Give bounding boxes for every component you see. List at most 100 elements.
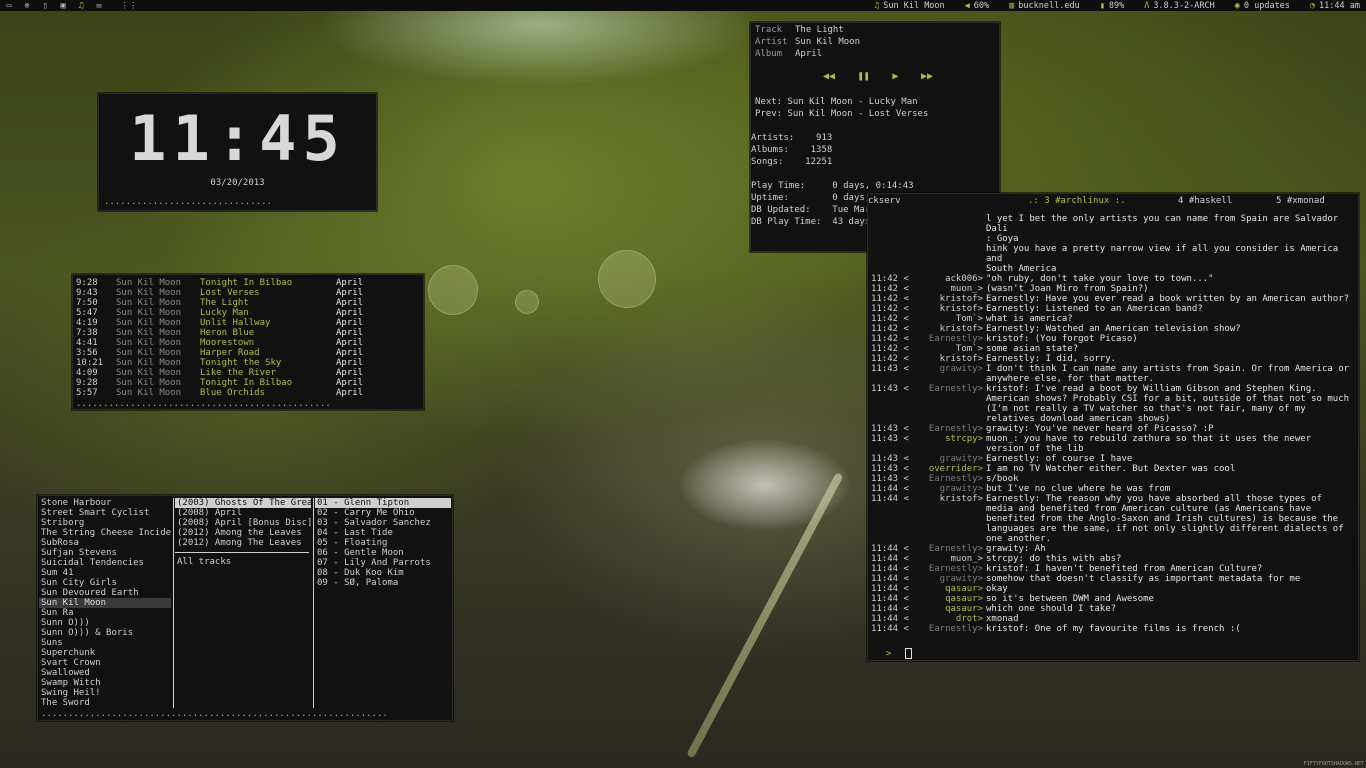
message-nick[interactable]: Earnestly> bbox=[913, 384, 983, 394]
message-nick[interactable]: overrider> bbox=[913, 464, 983, 474]
artist-item[interactable]: Svart Crown bbox=[39, 658, 171, 668]
browser-icon[interactable]: ⊗ bbox=[18, 1, 36, 11]
track-item[interactable]: 03 - Salvador Sanchez bbox=[315, 518, 451, 528]
next-icon[interactable]: ▶▶ bbox=[921, 71, 933, 82]
artist-item[interactable]: Sufjan Stevens bbox=[39, 548, 171, 558]
track-item[interactable]: 06 - Gentle Moon bbox=[315, 548, 451, 558]
track-album: April bbox=[336, 288, 364, 298]
message-nick[interactable]: Tom`> bbox=[913, 314, 983, 324]
monitor-icon[interactable]: ▭ bbox=[0, 1, 18, 11]
artist-item[interactable]: Sun City Girls bbox=[39, 578, 171, 588]
track-item[interactable]: 02 - Carry Me Ohio bbox=[315, 508, 451, 518]
track-duration: 9:43 bbox=[76, 288, 98, 298]
message-nick[interactable]: grawity> bbox=[913, 454, 983, 464]
pause-icon[interactable]: ❚❚ bbox=[858, 71, 870, 82]
artist-item[interactable]: Sun Devoured Earth bbox=[39, 588, 171, 598]
track-item[interactable]: 05 - Floating bbox=[315, 538, 451, 548]
track-item[interactable]: 01 - Glenn Tipton bbox=[315, 498, 451, 508]
message-nick[interactable]: grawity> bbox=[913, 484, 983, 494]
message-text: some asian state? bbox=[986, 344, 1079, 354]
status-text: 60% bbox=[973, 0, 990, 11]
irc-message: 11:43 < Earnestly> s/book bbox=[871, 474, 1353, 484]
message-nick[interactable]: Earnestly> bbox=[913, 624, 983, 634]
track-item[interactable]: 07 - Lily And Parrots bbox=[315, 558, 451, 568]
track-item[interactable]: 04 - Last Tide bbox=[315, 528, 451, 538]
artist-item[interactable]: Striborg bbox=[39, 518, 171, 528]
message-nick[interactable]: kristof> bbox=[913, 304, 983, 314]
album-item[interactable]: (2008) April bbox=[175, 508, 311, 518]
artist-item[interactable]: Swamp Witch bbox=[39, 678, 171, 688]
message-text: somehow that doesn't classify as importa… bbox=[986, 574, 1301, 584]
save-icon[interactable]: ▣ bbox=[54, 1, 72, 11]
artist-item[interactable]: Sunn O))) bbox=[39, 618, 171, 628]
track-item[interactable]: 09 - SØ, Paloma bbox=[315, 578, 451, 588]
irc-message: 11:43 < overrider> I am no TV Watcher eith… bbox=[871, 464, 1353, 474]
artist-item[interactable]: Swing Heil! bbox=[39, 688, 171, 698]
message-nick[interactable]: Earnestly> bbox=[913, 544, 983, 554]
irc-client: ckserv .: 3 #archlinux :. 4 #haskell 5 #xmo… bbox=[867, 193, 1359, 661]
music-icon[interactable]: ♫ bbox=[72, 1, 90, 11]
grid-icon[interactable]: ⋮⋮ bbox=[120, 1, 138, 11]
message-nick[interactable]: Earnestly> bbox=[913, 474, 983, 484]
track-duration: 4:19 bbox=[76, 318, 98, 328]
album-item[interactable]: (2012) Among the Leaves bbox=[175, 528, 311, 538]
message-nick[interactable]: qasaur> bbox=[913, 584, 983, 594]
artist-item[interactable]: Sunn O))) & Boris bbox=[39, 628, 171, 638]
message-timestamp: 11:44 < bbox=[871, 604, 909, 614]
album-item[interactable]: (2008) April [Bonus Disc] bbox=[175, 518, 311, 528]
artist-item[interactable]: The Sword bbox=[39, 698, 171, 708]
artist-item[interactable]: The String Cheese Incident bbox=[39, 528, 171, 538]
message-nick[interactable]: muon_> bbox=[913, 284, 983, 294]
irc-message-log: l yet I bet the only artists you can nam… bbox=[871, 214, 1353, 634]
irc-message: 11:42 < kristof> Earnestly: Have you ever … bbox=[871, 294, 1353, 304]
message-nick[interactable]: drot> bbox=[913, 614, 983, 624]
message-nick[interactable]: Earnestly> bbox=[913, 424, 983, 434]
message-nick[interactable]: kristof> bbox=[913, 354, 983, 364]
previous-icon[interactable]: ◀◀ bbox=[823, 71, 835, 82]
irc-tab[interactable]: .: 3 #archlinux :. bbox=[1028, 196, 1126, 206]
artist-item[interactable]: Swallowed bbox=[39, 668, 171, 678]
all-tracks-item[interactable]: All tracks bbox=[175, 557, 311, 567]
clock-dots: ............................... bbox=[104, 197, 272, 207]
track-artist: Sun Kil Moon bbox=[116, 388, 182, 398]
track-artist: Sun Kil Moon bbox=[116, 288, 182, 298]
irc-message: 11:42 < Tom`> some asian state? bbox=[871, 344, 1353, 354]
album-item[interactable]: (2003) Ghosts Of The Great bbox=[175, 498, 311, 508]
artist-item[interactable]: Sum 41 bbox=[39, 568, 171, 578]
artist-item[interactable]: Suns bbox=[39, 638, 171, 648]
artist-item[interactable]: Sun Ra bbox=[39, 608, 171, 618]
message-nick[interactable]: kristof> bbox=[913, 494, 983, 504]
artist-item[interactable]: Stone Harbour bbox=[39, 498, 171, 508]
message-nick[interactable]: strcpy> bbox=[913, 434, 983, 444]
artist-item[interactable]: Sun Kil Moon bbox=[39, 598, 171, 608]
irc-input-line[interactable]: > bbox=[886, 648, 913, 659]
artist-item[interactable]: SubRosa bbox=[39, 538, 171, 548]
message-nick[interactable]: Earnestly> bbox=[913, 564, 983, 574]
message-nick[interactable]: kristof> bbox=[913, 324, 983, 334]
message-nick[interactable]: muon_> bbox=[913, 554, 983, 564]
track-item[interactable]: 08 - Duk Koo Kim bbox=[315, 568, 451, 578]
play-icon[interactable]: ▶ bbox=[892, 71, 898, 82]
message-nick[interactable]: qasaur> bbox=[913, 604, 983, 614]
track-artist: Sun Kil Moon bbox=[116, 348, 182, 358]
clock-time: 11:45 bbox=[129, 102, 346, 175]
artist-item[interactable]: Street Smart Cyclist bbox=[39, 508, 171, 518]
mail-icon[interactable]: ✉ bbox=[90, 1, 108, 11]
album-item[interactable]: (2012) Among The Leaves bbox=[175, 538, 311, 548]
message-nick[interactable]: ack006> bbox=[913, 274, 983, 284]
irc-tab[interactable]: ckserv bbox=[868, 196, 901, 206]
message-nick[interactable]: grawity> bbox=[913, 364, 983, 374]
message-nick[interactable]: Earnestly> bbox=[913, 334, 983, 344]
message-nick[interactable]: kristof> bbox=[913, 294, 983, 304]
message-nick[interactable]: grawity> bbox=[913, 574, 983, 584]
irc-tab[interactable]: 4 #haskell bbox=[1178, 196, 1232, 206]
track-title: Blue Orchids bbox=[200, 388, 266, 398]
artist-item[interactable]: Superchunk bbox=[39, 648, 171, 658]
message-text: hink you have a pretty narrow view if al… bbox=[986, 244, 1339, 264]
artist-item[interactable]: Suicidal Tendencies bbox=[39, 558, 171, 568]
message-nick[interactable]: Tom`> bbox=[913, 344, 983, 354]
message-nick[interactable]: qasaur> bbox=[913, 594, 983, 604]
message-timestamp: 11:43 < bbox=[871, 464, 909, 474]
file-icon[interactable]: ▯ bbox=[36, 1, 54, 11]
irc-tab[interactable]: 5 #xmonad bbox=[1276, 196, 1325, 206]
